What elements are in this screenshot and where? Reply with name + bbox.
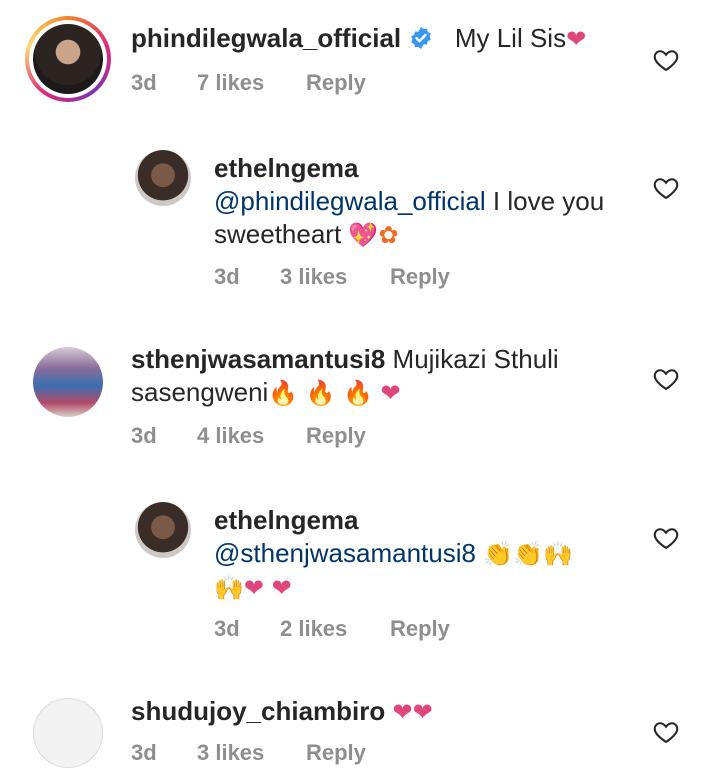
likes-count[interactable]: 2 likes <box>280 616 390 642</box>
likes-count[interactable]: 3 likes <box>197 740 306 766</box>
comment-meta: 3d 4 likes Reply <box>131 423 366 449</box>
mention-link[interactable]: @phindilegwala_official <box>214 186 486 216</box>
comment-item: sthenjwasamantusi8 Mujikazi Sthuli sasen… <box>0 335 720 465</box>
like-heart-icon[interactable] <box>652 524 680 552</box>
raised-hands-emoji: 🙌 <box>542 540 573 568</box>
comment-meta: 3d 3 likes Reply <box>131 740 366 766</box>
likes-count[interactable]: 3 likes <box>280 264 390 290</box>
comment-text: ethelngema @phindilegwala_official I lov… <box>214 152 634 252</box>
comment-item: shudujoy_chiambiro ❤❤ 3d 3 likes Reply <box>0 680 720 774</box>
reply-button[interactable]: Reply <box>306 740 366 766</box>
reply-button[interactable]: Reply <box>390 616 450 642</box>
avatar[interactable] <box>135 150 191 206</box>
comment-item: ethelngema @sthenjwasamantusi8 👏👏🙌 🙌❤ ❤ … <box>0 492 720 662</box>
comment-username[interactable]: phindilegwala_official <box>131 23 401 53</box>
avatar[interactable] <box>33 698 103 768</box>
comment-text: ethelngema @sthenjwasamantusi8 👏👏🙌 🙌❤ ❤ <box>214 504 634 605</box>
avatar[interactable] <box>33 347 103 417</box>
avatar[interactable] <box>135 502 191 558</box>
comment-time: 3d <box>214 264 240 289</box>
like-heart-icon[interactable] <box>652 718 680 746</box>
comment-text: phindilegwala_official My Lil Sis❤ <box>131 22 586 56</box>
comment-username[interactable]: ethelngema <box>214 504 634 537</box>
likes-count[interactable]: 4 likes <box>197 423 306 449</box>
comment-item: phindilegwala_official My Lil Sis❤ 3d 7 … <box>0 0 720 120</box>
avatar[interactable] <box>33 24 103 94</box>
reply-button[interactable]: Reply <box>306 423 366 449</box>
sparkle-heart-emoji: 💖 <box>348 221 379 249</box>
comment-time: 3d <box>131 423 157 448</box>
comment-text: sthenjwasamantusi8 Mujikazi Sthuli sasen… <box>131 343 611 410</box>
reply-button[interactable]: Reply <box>306 70 366 96</box>
likes-count[interactable]: 7 likes <box>197 70 306 96</box>
comment-time: 3d <box>131 70 157 95</box>
like-heart-icon[interactable] <box>652 46 680 74</box>
hibiscus-emoji: ✿ <box>378 221 399 249</box>
reply-button[interactable]: Reply <box>390 264 450 290</box>
clap-emoji: 👏👏 <box>483 540 543 568</box>
comment-text: shudujoy_chiambiro ❤❤ <box>131 695 611 729</box>
comment-time: 3d <box>131 740 157 765</box>
story-ring[interactable] <box>25 16 111 102</box>
pink-heart-emoji: ❤ ❤ <box>243 574 292 602</box>
comment-username[interactable]: shudujoy_chiambiro <box>131 696 385 726</box>
comment-username[interactable]: ethelngema <box>214 152 634 185</box>
comment-meta: 3d 2 likes Reply <box>214 616 450 642</box>
comment-meta: 3d 3 likes Reply <box>214 264 450 290</box>
comment-username[interactable]: sthenjwasamantusi8 <box>131 344 385 374</box>
like-heart-icon[interactable] <box>652 174 680 202</box>
like-heart-icon[interactable] <box>652 365 680 393</box>
comment-time: 3d <box>214 616 240 641</box>
pink-heart-emoji: ❤❤ <box>392 698 433 726</box>
comment-body: My Lil Sis <box>454 23 567 53</box>
pink-heart-emoji: ❤ <box>380 379 401 407</box>
verified-badge-icon <box>411 27 431 49</box>
comment-item: ethelngema @phindilegwala_official I lov… <box>0 140 720 310</box>
pink-heart-emoji: ❤ <box>566 25 587 53</box>
fire-emoji: 🔥 🔥 🔥 <box>268 379 374 407</box>
raised-hands-emoji: 🙌 <box>214 574 244 602</box>
mention-link[interactable]: @sthenjwasamantusi8 <box>214 538 476 568</box>
comment-meta: 3d 7 likes Reply <box>131 70 366 96</box>
